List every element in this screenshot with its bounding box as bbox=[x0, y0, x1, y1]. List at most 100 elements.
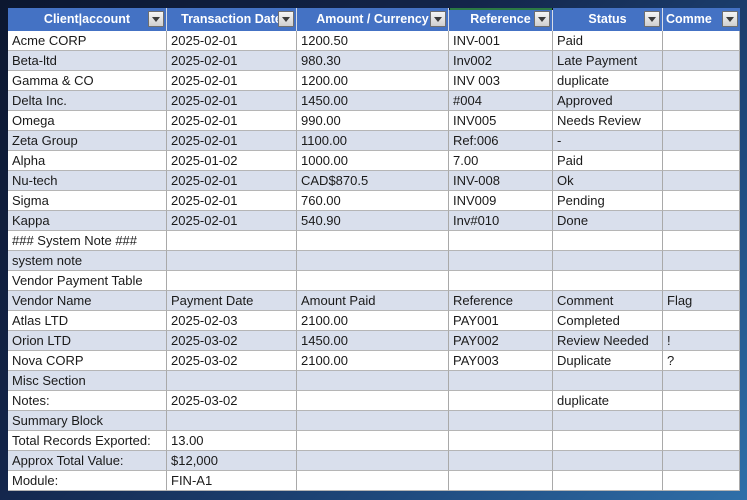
cell[interactable]: INV-001 bbox=[449, 31, 553, 51]
cell[interactable]: 2025-02-01 bbox=[167, 31, 297, 51]
cell[interactable] bbox=[553, 471, 663, 491]
cell[interactable]: 1200.00 bbox=[297, 71, 449, 91]
cell[interactable]: 7.00 bbox=[449, 151, 553, 171]
cell[interactable]: Pending bbox=[553, 191, 663, 211]
cell[interactable]: INV009 bbox=[449, 191, 553, 211]
cell[interactable] bbox=[663, 31, 740, 51]
cell[interactable]: PAY001 bbox=[449, 311, 553, 331]
cell[interactable]: Ref:006 bbox=[449, 131, 553, 151]
cell[interactable]: 2025-03-02 bbox=[167, 351, 297, 371]
cell[interactable] bbox=[663, 111, 740, 131]
cell[interactable]: PAY003 bbox=[449, 351, 553, 371]
cell[interactable] bbox=[553, 251, 663, 271]
cell[interactable] bbox=[167, 251, 297, 271]
cell[interactable]: system note bbox=[8, 251, 167, 271]
cell[interactable]: Misc Section bbox=[8, 371, 167, 391]
cell[interactable]: Vendor Name bbox=[8, 291, 167, 311]
cell[interactable] bbox=[663, 451, 740, 471]
cell[interactable] bbox=[297, 251, 449, 271]
cell[interactable]: Inv002 bbox=[449, 51, 553, 71]
cell[interactable]: Nu-tech bbox=[8, 171, 167, 191]
cell[interactable]: ! bbox=[663, 331, 740, 351]
cell[interactable] bbox=[553, 431, 663, 451]
cell[interactable] bbox=[663, 431, 740, 451]
column-header-4[interactable]: Status bbox=[553, 8, 663, 31]
filter-dropdown-button-1[interactable] bbox=[278, 11, 294, 27]
cell[interactable]: Zeta Group bbox=[8, 131, 167, 151]
cell[interactable]: Comment bbox=[553, 291, 663, 311]
filter-dropdown-button-4[interactable] bbox=[644, 11, 660, 27]
cell[interactable]: Reference bbox=[449, 291, 553, 311]
cell[interactable] bbox=[449, 251, 553, 271]
column-header-2[interactable]: Amount / Currency bbox=[297, 8, 449, 31]
cell[interactable] bbox=[663, 471, 740, 491]
cell[interactable] bbox=[297, 411, 449, 431]
cell[interactable]: 540.90 bbox=[297, 211, 449, 231]
cell[interactable]: $12,000 bbox=[167, 451, 297, 471]
cell[interactable]: 980.30 bbox=[297, 51, 449, 71]
cell[interactable] bbox=[663, 371, 740, 391]
cell[interactable]: Notes: bbox=[8, 391, 167, 411]
cell[interactable]: Acme CORP bbox=[8, 31, 167, 51]
cell[interactable]: INV005 bbox=[449, 111, 553, 131]
cell[interactable]: 2025-02-01 bbox=[167, 171, 297, 191]
cell[interactable]: 1100.00 bbox=[297, 131, 449, 151]
filter-dropdown-button-0[interactable] bbox=[148, 11, 164, 27]
cell[interactable]: Duplicate bbox=[553, 351, 663, 371]
filter-dropdown-button-3[interactable] bbox=[534, 11, 550, 27]
cell[interactable] bbox=[663, 231, 740, 251]
cell[interactable]: 2025-02-01 bbox=[167, 111, 297, 131]
cell[interactable] bbox=[167, 371, 297, 391]
cell[interactable] bbox=[297, 391, 449, 411]
column-header-3[interactable]: Reference bbox=[449, 8, 553, 31]
cell[interactable]: Done bbox=[553, 211, 663, 231]
cell[interactable]: Sigma bbox=[8, 191, 167, 211]
cell[interactable] bbox=[449, 271, 553, 291]
cell[interactable]: 990.00 bbox=[297, 111, 449, 131]
cell[interactable]: 13.00 bbox=[167, 431, 297, 451]
column-header-1[interactable]: Transaction Date bbox=[167, 8, 297, 31]
cell[interactable] bbox=[663, 311, 740, 331]
cell[interactable]: Alpha bbox=[8, 151, 167, 171]
cell[interactable]: Payment Date bbox=[167, 291, 297, 311]
cell[interactable]: 1000.00 bbox=[297, 151, 449, 171]
cell[interactable] bbox=[663, 51, 740, 71]
cell[interactable]: CAD$870.5 bbox=[297, 171, 449, 191]
cell[interactable]: 1450.00 bbox=[297, 91, 449, 111]
cell[interactable]: Ok bbox=[553, 171, 663, 191]
cell[interactable]: ? bbox=[663, 351, 740, 371]
cell[interactable]: 2025-03-02 bbox=[167, 331, 297, 351]
cell[interactable] bbox=[663, 391, 740, 411]
cell[interactable] bbox=[297, 471, 449, 491]
cell[interactable]: #004 bbox=[449, 91, 553, 111]
cell[interactable] bbox=[449, 431, 553, 451]
cell[interactable]: Total Records Exported: bbox=[8, 431, 167, 451]
cell[interactable]: Gamma & CO bbox=[8, 71, 167, 91]
cell[interactable]: INV-008 bbox=[449, 171, 553, 191]
cell[interactable]: duplicate bbox=[553, 391, 663, 411]
cell[interactable]: Omega bbox=[8, 111, 167, 131]
cell[interactable]: - bbox=[553, 131, 663, 151]
cell[interactable] bbox=[297, 431, 449, 451]
cell[interactable]: Paid bbox=[553, 151, 663, 171]
cell[interactable]: duplicate bbox=[553, 71, 663, 91]
cell[interactable]: Beta-ltd bbox=[8, 51, 167, 71]
cell[interactable]: Paid bbox=[553, 31, 663, 51]
cell[interactable]: 2025-02-01 bbox=[167, 131, 297, 151]
cell[interactable]: 2025-02-01 bbox=[167, 191, 297, 211]
cell[interactable] bbox=[663, 131, 740, 151]
cell[interactable] bbox=[663, 211, 740, 231]
cell[interactable]: 2025-01-02 bbox=[167, 151, 297, 171]
cell[interactable]: 2100.00 bbox=[297, 311, 449, 331]
cell[interactable]: Flag bbox=[663, 291, 740, 311]
cell[interactable]: 2025-02-01 bbox=[167, 211, 297, 231]
cell[interactable] bbox=[663, 171, 740, 191]
cell[interactable]: Module: bbox=[8, 471, 167, 491]
cell[interactable]: Inv#010 bbox=[449, 211, 553, 231]
cell[interactable] bbox=[297, 371, 449, 391]
cell[interactable]: INV 003 bbox=[449, 71, 553, 91]
cell[interactable]: Nova CORP bbox=[8, 351, 167, 371]
cell[interactable] bbox=[449, 371, 553, 391]
cell[interactable]: 1200.50 bbox=[297, 31, 449, 51]
cell[interactable] bbox=[167, 231, 297, 251]
